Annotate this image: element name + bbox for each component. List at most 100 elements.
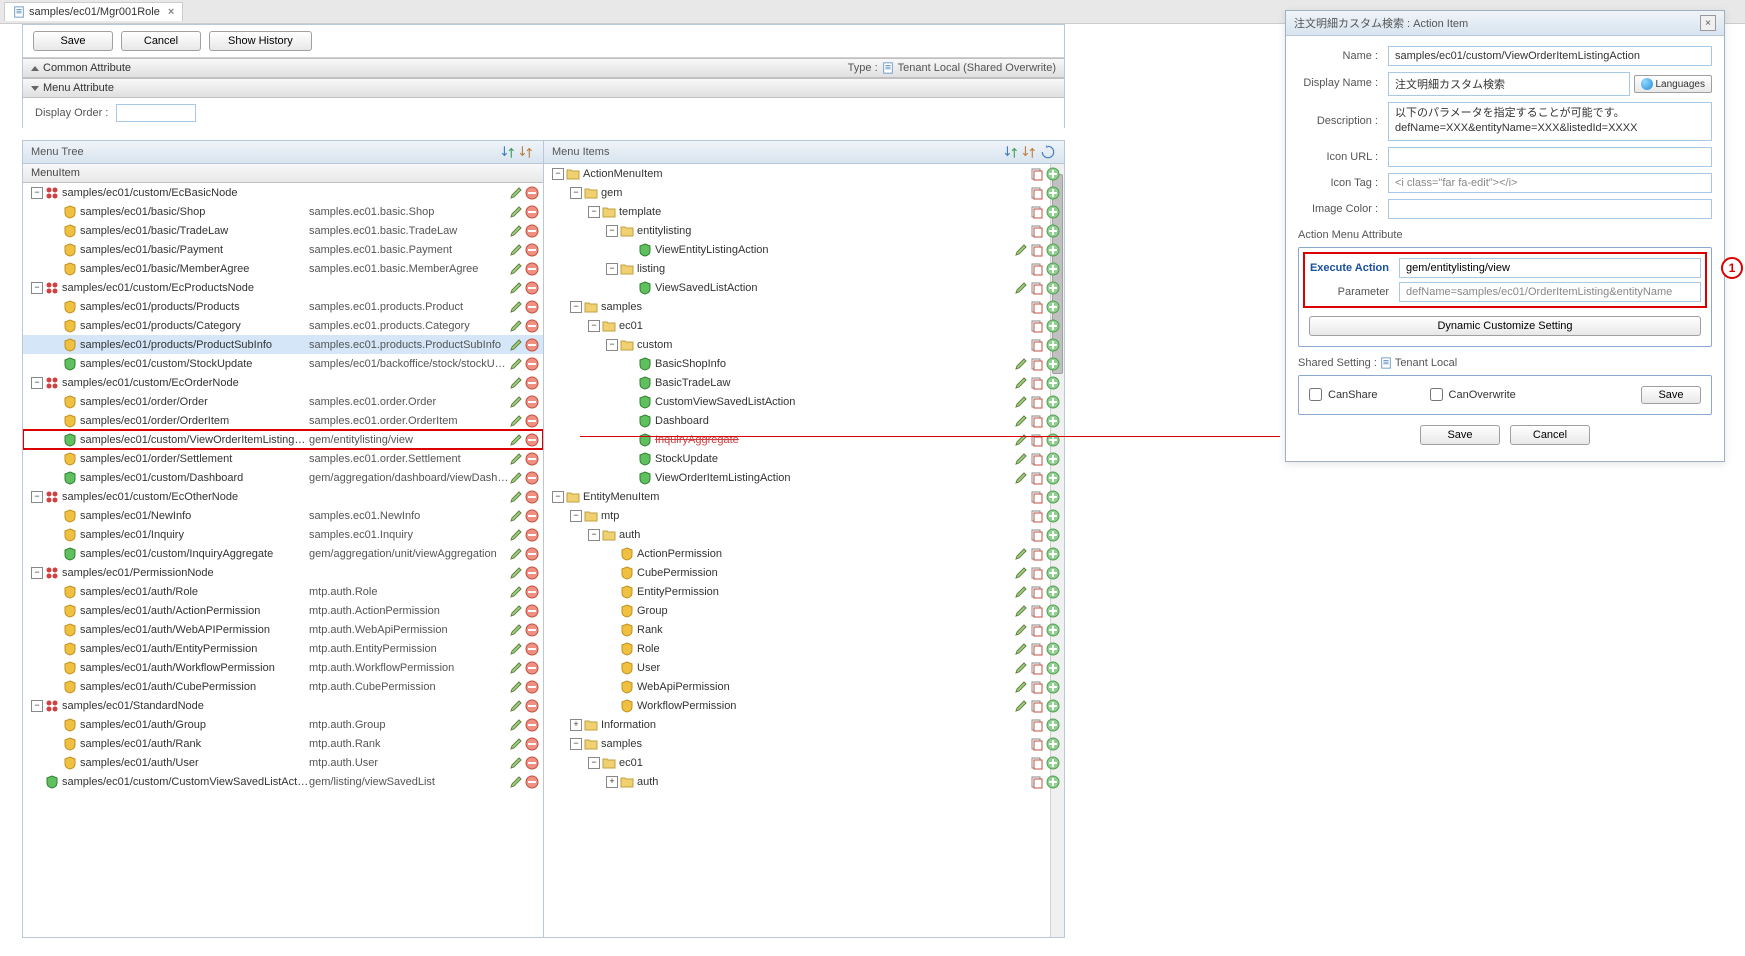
description-input[interactable]: 以下のパラメータを指定することが可能です。defName=XXX&entityN… xyxy=(1388,102,1712,141)
plus-icon[interactable] xyxy=(1046,623,1060,637)
copy-icon[interactable] xyxy=(1030,490,1044,504)
pencil-icon[interactable] xyxy=(1014,661,1028,675)
expand-toggle[interactable]: − xyxy=(570,510,582,522)
tree-row[interactable]: −samples/ec01/custom/EcProductsNode xyxy=(23,278,543,297)
pencil-icon[interactable] xyxy=(509,471,523,485)
plus-icon[interactable] xyxy=(1046,699,1060,713)
tree-row[interactable]: samples/ec01/Inquirysamples.ec01.Inquiry xyxy=(23,525,543,544)
expand-toggle[interactable]: − xyxy=(588,206,600,218)
pencil-icon[interactable] xyxy=(509,585,523,599)
tree-row[interactable]: Group xyxy=(544,601,1064,620)
plus-icon[interactable] xyxy=(1046,224,1060,238)
minus-icon[interactable] xyxy=(525,357,539,371)
pencil-icon[interactable] xyxy=(509,737,523,751)
tree-row[interactable]: −samples/ec01/PermissionNode xyxy=(23,563,543,582)
minus-icon[interactable] xyxy=(525,756,539,770)
minus-icon[interactable] xyxy=(525,604,539,618)
tree-row[interactable]: samples/ec01/basic/Paymentsamples.ec01.b… xyxy=(23,240,543,259)
pencil-icon[interactable] xyxy=(1014,414,1028,428)
tree-row[interactable]: BasicShopInfo xyxy=(544,354,1064,373)
pencil-icon[interactable] xyxy=(509,243,523,257)
minus-icon[interactable] xyxy=(525,509,539,523)
copy-icon[interactable] xyxy=(1030,775,1044,789)
minus-icon[interactable] xyxy=(525,433,539,447)
pencil-icon[interactable] xyxy=(509,566,523,580)
tree-row[interactable]: −auth xyxy=(544,525,1064,544)
plus-icon[interactable] xyxy=(1046,300,1060,314)
sort-icon[interactable] xyxy=(501,144,517,160)
tree-row[interactable]: −samples/ec01/custom/EcOtherNode xyxy=(23,487,543,506)
copy-icon[interactable] xyxy=(1030,186,1044,200)
tree-row[interactable]: −samples/ec01/custom/EcOrderNode xyxy=(23,373,543,392)
minus-icon[interactable] xyxy=(525,623,539,637)
tree-row[interactable]: InquiryAggregate xyxy=(544,430,1064,449)
pencil-icon[interactable] xyxy=(509,281,523,295)
dialog-save-button[interactable]: Save xyxy=(1420,425,1500,445)
tree-row[interactable]: Role xyxy=(544,639,1064,658)
plus-icon[interactable] xyxy=(1046,357,1060,371)
plus-icon[interactable] xyxy=(1046,680,1060,694)
plus-icon[interactable] xyxy=(1046,395,1060,409)
pencil-icon[interactable] xyxy=(509,547,523,561)
copy-icon[interactable] xyxy=(1030,224,1044,238)
tree-row[interactable]: samples/ec01/auth/Rankmtp.auth.Rank xyxy=(23,734,543,753)
expand-toggle[interactable]: − xyxy=(552,168,564,180)
copy-icon[interactable] xyxy=(1030,338,1044,352)
canshare-checkbox[interactable] xyxy=(1309,388,1322,401)
tree-row[interactable]: −ActionMenuItem xyxy=(544,164,1064,183)
expand-toggle[interactable]: − xyxy=(31,377,43,389)
expand-toggle[interactable]: − xyxy=(588,757,600,769)
shared-save-button[interactable]: Save xyxy=(1641,386,1701,404)
copy-icon[interactable] xyxy=(1030,566,1044,580)
languages-button[interactable]: Languages xyxy=(1634,75,1713,93)
tree-row[interactable]: samples/ec01/order/OrderItemsamples.ec01… xyxy=(23,411,543,430)
minus-icon[interactable] xyxy=(525,471,539,485)
expand-toggle[interactable]: − xyxy=(31,567,43,579)
copy-icon[interactable] xyxy=(1030,604,1044,618)
tree-row[interactable]: User xyxy=(544,658,1064,677)
image-color-select[interactable] xyxy=(1388,199,1712,219)
tree-row[interactable]: −template xyxy=(544,202,1064,221)
execute-action-select[interactable]: gem/entitylisting/view xyxy=(1399,258,1701,278)
pencil-icon[interactable] xyxy=(1014,243,1028,257)
pencil-icon[interactable] xyxy=(509,376,523,390)
copy-icon[interactable] xyxy=(1030,623,1044,637)
refresh-icon[interactable] xyxy=(1040,144,1056,160)
plus-icon[interactable] xyxy=(1046,528,1060,542)
editor-tab[interactable]: samples/ec01/Mgr001Role × xyxy=(4,2,183,21)
plus-icon[interactable] xyxy=(1046,243,1060,257)
canoverwrite-checkbox[interactable] xyxy=(1430,388,1443,401)
expand-toggle[interactable]: − xyxy=(552,491,564,503)
plus-icon[interactable] xyxy=(1046,414,1060,428)
tree-row[interactable]: −gem xyxy=(544,183,1064,202)
pencil-icon[interactable] xyxy=(1014,376,1028,390)
expand-toggle[interactable]: − xyxy=(570,301,582,313)
pencil-icon[interactable] xyxy=(1014,471,1028,485)
tree-row[interactable]: −mtp xyxy=(544,506,1064,525)
tree-row[interactable]: −custom xyxy=(544,335,1064,354)
copy-icon[interactable] xyxy=(1030,205,1044,219)
save-button[interactable]: Save xyxy=(33,31,113,51)
tree-row[interactable]: samples/ec01/auth/Groupmtp.auth.Group xyxy=(23,715,543,734)
tree-row[interactable]: samples/ec01/custom/Dashboardgem/aggrega… xyxy=(23,468,543,487)
copy-icon[interactable] xyxy=(1030,756,1044,770)
minus-icon[interactable] xyxy=(525,319,539,333)
tree-row[interactable]: −ec01 xyxy=(544,753,1064,772)
tree-row[interactable]: samples/ec01/auth/WorkflowPermissionmtp.… xyxy=(23,658,543,677)
tree-row[interactable]: −samples xyxy=(544,734,1064,753)
tree-row[interactable]: samples/ec01/auth/WebAPIPermissionmtp.au… xyxy=(23,620,543,639)
tree-row[interactable]: −samples xyxy=(544,297,1064,316)
parameter-input[interactable]: defName=samples/ec01/OrderItemListing&en… xyxy=(1399,282,1701,302)
plus-icon[interactable] xyxy=(1046,718,1060,732)
expand-toggle[interactable]: − xyxy=(570,187,582,199)
tree-row[interactable]: −ec01 xyxy=(544,316,1064,335)
expand-toggle[interactable]: − xyxy=(588,320,600,332)
tree-row[interactable]: StockUpdate xyxy=(544,449,1064,468)
tree-row[interactable]: samples/ec01/auth/Rolemtp.auth.Role xyxy=(23,582,543,601)
plus-icon[interactable] xyxy=(1046,604,1060,618)
pencil-icon[interactable] xyxy=(509,528,523,542)
collapse-icon[interactable] xyxy=(1022,144,1038,160)
display-name-input[interactable]: 注文明細カスタム検索 xyxy=(1388,72,1630,96)
close-button[interactable]: × xyxy=(1700,15,1716,31)
minus-icon[interactable] xyxy=(525,262,539,276)
